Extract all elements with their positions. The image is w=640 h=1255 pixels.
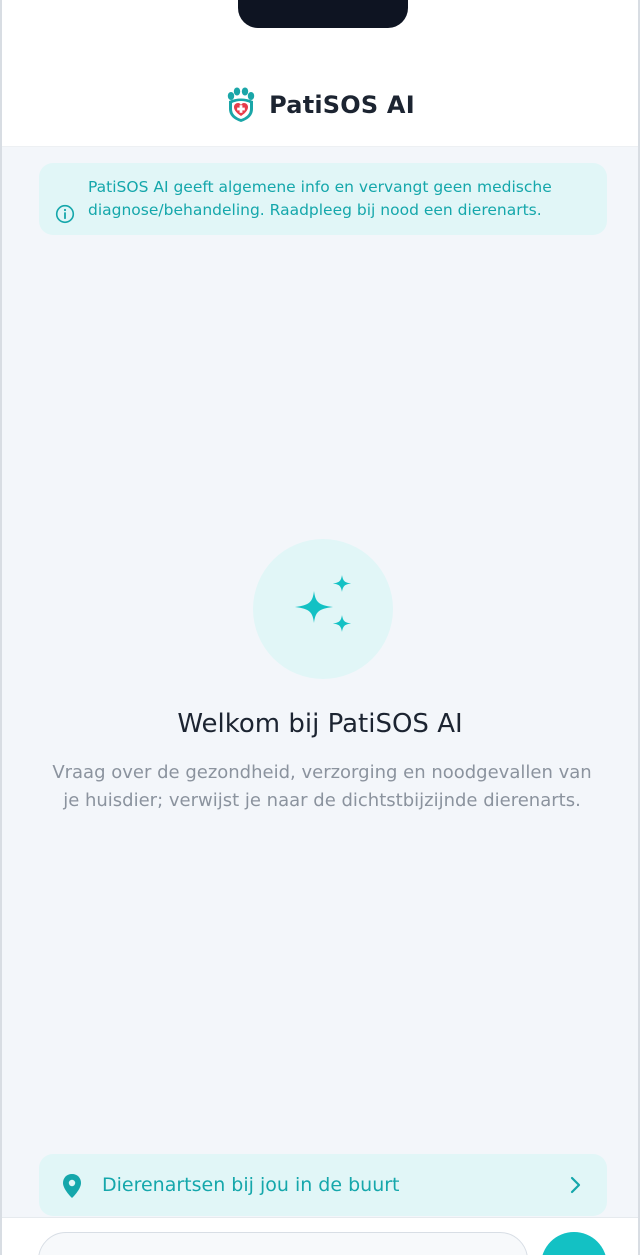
disclaimer-text: PatiSOS AI geeft algemene info en vervan… (88, 178, 552, 219)
paw-shield-logo-icon (227, 87, 255, 122)
sparkles-icon (295, 575, 351, 632)
send-button[interactable] (541, 1232, 607, 1255)
app-screen: PatiSOS AI PatiSOS AI geeft algemene inf… (0, 0, 640, 1255)
nearby-vets-button[interactable]: Dierenartsen bij jou in de buurt (39, 1154, 607, 1216)
map-pin-icon (63, 1174, 81, 1198)
welcome-title: Welkom bij PatiSOS AI (177, 709, 463, 739)
disclaimer-banner: PatiSOS AI geeft algemene info en vervan… (39, 163, 607, 235)
message-input[interactable] (38, 1232, 528, 1255)
welcome-badge (253, 539, 393, 679)
composer-bar (2, 1217, 638, 1255)
welcome-subtitle: Vraag over de gezondheid, verzorging en … (52, 762, 592, 811)
brand: PatiSOS AI (2, 86, 638, 124)
chevron-right-icon (570, 1176, 581, 1194)
chat-area: PatiSOS AI geeft algemene info en vervan… (2, 147, 638, 1217)
app-title: PatiSOS AI (269, 91, 415, 119)
info-icon (55, 204, 75, 224)
device-notch (238, 0, 408, 28)
nearby-vets-label: Dierenartsen bij jou in de buurt (102, 1174, 400, 1196)
